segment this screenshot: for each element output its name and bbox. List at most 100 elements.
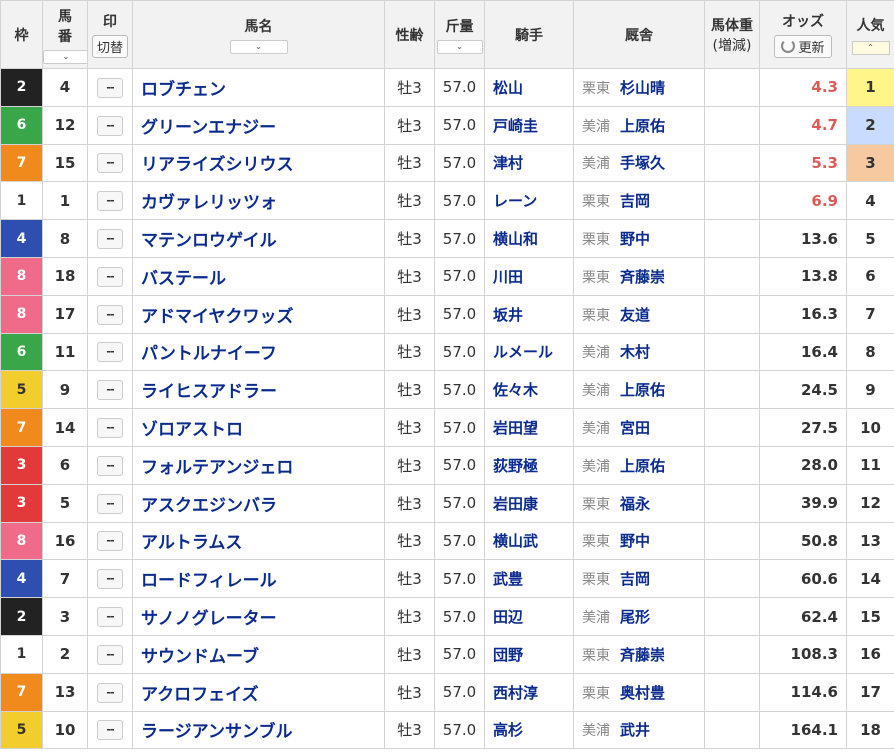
jockey-link[interactable]: 横山武 [484,521,574,561]
jockey-link[interactable]: 松山 [484,68,574,107]
trainer-link[interactable]: 手塚久 [620,154,665,172]
horse-name-link[interactable]: ゾロアストロ [132,408,385,447]
jockey-link[interactable]: 西村淳 [484,672,574,712]
trainer-link[interactable]: 杉山晴 [620,79,665,97]
mark-select[interactable]: -- [97,229,123,250]
mark-select[interactable]: -- [97,569,123,590]
stable-region: 美浦 [582,723,610,740]
horse-name-link[interactable]: アスクエジンバラ [132,483,385,523]
waku-cell: 2 [0,68,43,107]
horse-name-link[interactable]: ラージアンサンブル [132,710,385,750]
weight-sort-chevron-icon[interactable]: ⌄ [436,39,483,54]
stable-region: 栗東 [582,647,610,664]
trainer-link[interactable]: 野中 [620,230,650,248]
mark-select[interactable]: -- [97,644,123,665]
horse-name-link[interactable]: リアライズシリウス [132,143,385,183]
mark-select[interactable]: -- [97,493,123,514]
mark-select[interactable]: -- [97,607,123,628]
header-name[interactable]: 馬名 ⌄ [132,0,385,69]
horse-name-link[interactable]: ロードフィレール [132,559,385,599]
horse-name-link[interactable]: アルトラムス [132,521,385,561]
horse-name-link[interactable]: サノノグレーター [132,597,385,636]
trainer-link[interactable]: 斉藤崇 [620,268,665,286]
table-row: 5 10 -- ラージアンサンブル 牡3 57.0 高杉 美浦 武井 164.1 18 [0,710,894,750]
trainer-link[interactable]: 尾形 [620,608,650,626]
trainer-link[interactable]: 野中 [620,532,650,550]
trainer-link[interactable]: 上原佑 [620,457,665,475]
trainer-link[interactable]: 宮田 [620,419,650,437]
horse-name-link[interactable]: アドマイヤクワッズ [132,294,385,334]
jockey-link[interactable]: 戸崎圭 [484,105,574,145]
jockey-link[interactable]: 荻野極 [484,445,574,485]
horse-name-link[interactable]: グリーンエナジー [132,105,385,145]
mark-select[interactable]: -- [97,304,123,325]
jockey-link[interactable]: レーン [484,181,574,221]
mark-select[interactable]: -- [97,455,123,476]
table-row: 7 13 -- アクロフェイズ 牡3 57.0 西村淳 栗東 奥村豊 114.6 17 [0,672,894,712]
horse-name-link[interactable]: カヴァレリッツォ [132,181,385,221]
trainer-link[interactable]: 福永 [620,495,650,513]
umaban-sort-chevron-icon[interactable]: ⌄ [43,49,87,64]
jockey-link[interactable]: 川田 [484,256,574,296]
mark-toggle-button[interactable]: 切替 [91,35,128,58]
header-weight[interactable]: 斤量 ⌄ [434,0,485,69]
trainer-link[interactable]: 吉岡 [620,192,650,210]
stable-cell: 美浦 上原佑 [573,445,705,485]
popularity-cell: 12 [846,483,894,523]
mark-select[interactable]: -- [97,418,123,439]
popularity-sort-chevron-icon[interactable]: ⌃ [851,40,890,55]
horse-name-link[interactable]: サウンドムーブ [132,634,385,674]
mark-select[interactable]: -- [97,191,123,212]
trainer-link[interactable]: 友道 [620,306,650,324]
horse-name-link[interactable]: ロブチェン [132,68,385,107]
horse-name-link[interactable]: フォルテアンジェロ [132,445,385,485]
trainer-link[interactable]: 武井 [620,721,650,739]
odds-cell: 50.8 [759,521,847,561]
jockey-link[interactable]: 高杉 [484,710,574,750]
horse-name-link[interactable]: アクロフェイズ [132,672,385,712]
jockey-link[interactable]: 坂井 [484,294,574,334]
trainer-link[interactable]: 木村 [620,343,650,361]
trainer-link[interactable]: 斉藤崇 [620,646,665,664]
trainer-link[interactable]: 上原佑 [620,117,665,135]
umaban-cell: 3 [42,597,88,636]
mark-select[interactable]: -- [97,115,123,136]
mark-select[interactable]: -- [97,682,123,703]
umaban-cell: 11 [42,332,88,372]
jockey-link[interactable]: 武豊 [484,559,574,599]
jockey-link[interactable]: 岩田康 [484,483,574,523]
trainer-link[interactable]: 奥村豊 [620,684,665,702]
horse-name-link[interactable]: パントルナイーフ [132,332,385,372]
odds-refresh-button[interactable]: 更新 [774,35,832,58]
jockey-link[interactable]: 団野 [484,634,574,674]
horse-name-link[interactable]: バステール [132,256,385,296]
weight-cell: 57.0 [434,105,485,145]
jockey-link[interactable]: 佐々木 [484,370,574,410]
header-umaban[interactable]: 馬 番 ⌄ [42,0,88,69]
trainer-link[interactable]: 上原佑 [620,381,665,399]
name-sort-chevron-icon[interactable]: ⌄ [229,39,288,54]
mark-select[interactable]: -- [97,342,123,363]
odds-cell: 24.5 [759,370,847,410]
trainer-link[interactable]: 吉岡 [620,570,650,588]
mark-select[interactable]: -- [97,77,123,98]
mark-select[interactable]: -- [97,380,123,401]
mark-select[interactable]: -- [97,266,123,287]
jockey-link[interactable]: ルメール [484,332,574,372]
odds-cell: 108.3 [759,634,847,674]
weight-cell: 57.0 [434,521,485,561]
jockey-link[interactable]: 津村 [484,143,574,183]
jockey-link[interactable]: 横山和 [484,219,574,258]
bodyweight-cell [704,710,760,750]
stable-cell: 美浦 手塚久 [573,143,705,183]
mark-select[interactable]: -- [97,531,123,552]
horse-name-link[interactable]: ライヒスアドラー [132,370,385,410]
jockey-link[interactable]: 田辺 [484,597,574,636]
refresh-icon [781,39,796,53]
horse-name-link[interactable]: マテンロウゲイル [132,219,385,258]
mark-select[interactable]: -- [97,720,123,741]
jockey-link[interactable]: 岩田望 [484,408,574,447]
mark-cell: -- [87,332,133,372]
header-popularity[interactable]: 人気 ⌃ [846,0,894,69]
mark-select[interactable]: -- [97,153,123,174]
